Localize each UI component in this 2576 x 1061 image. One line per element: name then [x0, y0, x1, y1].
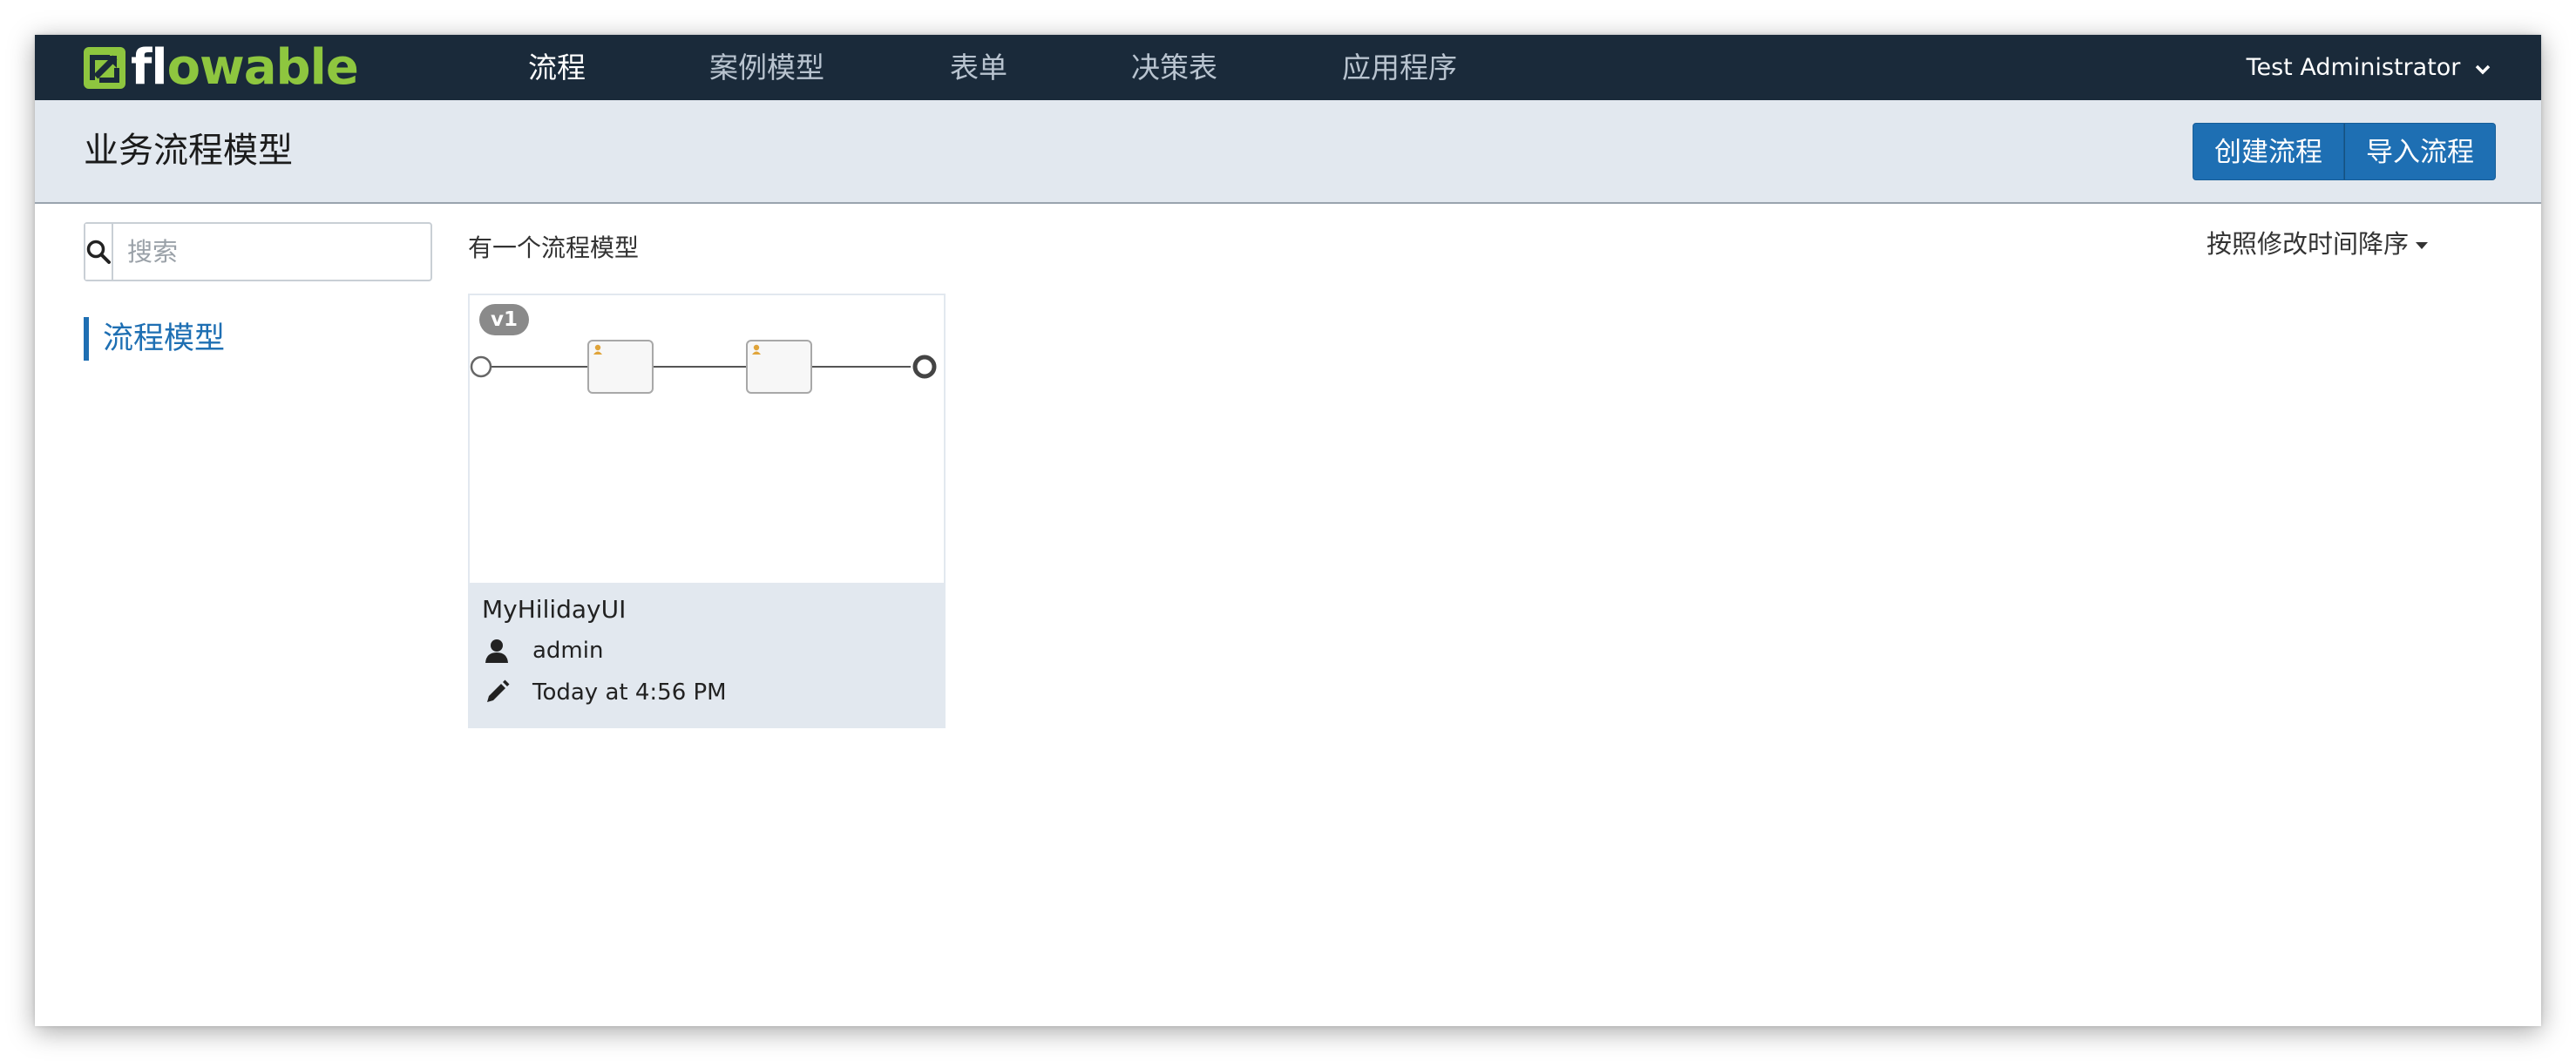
user-menu[interactable]: Test Administrator	[2247, 35, 2491, 100]
pencil-icon	[482, 678, 512, 707]
nav-tab-forms[interactable]: 表单	[950, 35, 1007, 100]
top-navbar: flowable 流程 案例模型 表单 决策表 应用程序 Test Admini…	[35, 35, 2541, 111]
model-modified: Today at 4:56 PM	[532, 679, 727, 706]
search-box	[84, 222, 447, 281]
model-author-row: admin	[482, 633, 603, 668]
create-process-button[interactable]: 创建流程	[2193, 123, 2344, 180]
nav-tab-decision-tables[interactable]: 决策表	[1131, 35, 1217, 100]
nav-tab-case-models[interactable]: 案例模型	[709, 35, 824, 100]
app-window: flowable 流程 案例模型 表单 决策表 应用程序 Test Admini…	[35, 35, 2541, 1026]
process-diagram-thumbnail: v1	[470, 295, 944, 583]
end-event-icon	[912, 355, 937, 379]
logo-arrow-icon	[84, 47, 125, 89]
logo-wordmark: flowable	[131, 39, 359, 96]
import-process-button[interactable]: 导入流程	[2344, 123, 2496, 180]
card-details: MyHilidayUI admin Today at 4:56 PM	[470, 583, 944, 726]
nav-tab-apps[interactable]: 应用程序	[1342, 35, 1457, 100]
user-icon	[482, 636, 512, 666]
start-event-icon	[470, 355, 492, 378]
page-title: 业务流程模型	[84, 131, 293, 171]
search-input[interactable]	[113, 224, 447, 280]
nav-tab-processes[interactable]: 流程	[528, 35, 586, 111]
process-model-card[interactable]: v1 MyHilidayUI admin Today at 4:56 PM	[468, 294, 946, 728]
model-name: MyHilidayUI	[482, 595, 627, 624]
version-badge: v1	[479, 304, 529, 335]
caret-down-icon	[2416, 242, 2428, 249]
model-modified-row: Today at 4:56 PM	[482, 675, 727, 710]
user-name: Test Administrator	[2246, 54, 2461, 81]
model-count-text: 有一个流程模型	[468, 233, 640, 262]
sidebar-item-process-models[interactable]: 流程模型	[84, 317, 225, 361]
page-header: 业务流程模型 创建流程 导入流程	[35, 100, 2541, 204]
search-icon[interactable]	[85, 224, 113, 280]
flowable-logo[interactable]: flowable	[84, 39, 359, 96]
header-actions: 创建流程 导入流程	[2193, 123, 2496, 180]
sort-dropdown[interactable]: 按照修改时间降序	[2207, 226, 2428, 261]
sort-label: 按照修改时间降序	[2206, 229, 2409, 259]
chevron-down-icon	[2475, 36, 2491, 101]
model-author: admin	[532, 638, 604, 664]
process-diagram	[470, 340, 937, 394]
